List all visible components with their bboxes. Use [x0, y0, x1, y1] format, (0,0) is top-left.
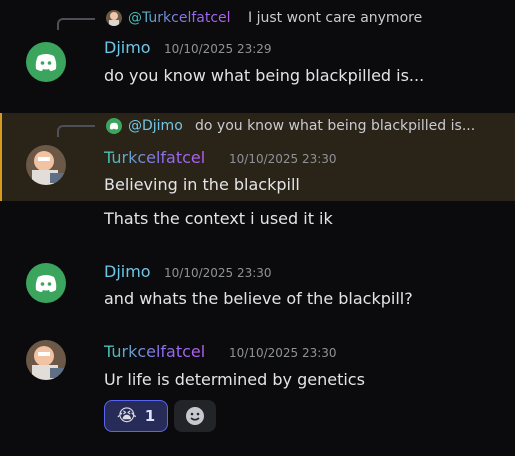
add-reaction-button[interactable]	[174, 400, 216, 432]
author-name[interactable]: Turkcelfatcel	[104, 148, 205, 167]
reply-spine	[57, 18, 95, 30]
reaction-count: 1	[144, 407, 156, 425]
timestamp: 10/10/2025 23:29	[164, 42, 272, 56]
discord-logo-icon	[35, 275, 57, 292]
message-text: Believing in the blackpill	[104, 175, 300, 194]
avatar-djimo[interactable]	[26, 42, 66, 82]
smiley-face-icon	[186, 407, 204, 425]
message-text: and whats the believe of the blackpill?	[104, 289, 413, 308]
author-name[interactable]: Djimo	[104, 38, 151, 57]
avatar-turkcelfatcel[interactable]	[26, 145, 66, 185]
mention-highlight-bar	[0, 113, 2, 201]
message-text: Thats the context i used it ik	[104, 209, 333, 228]
timestamp: 10/10/2025 23:30	[229, 152, 337, 166]
reply-text[interactable]: I just wont care anymore	[248, 10, 422, 26]
reaction-crying-face[interactable]: 😭 1	[104, 400, 168, 432]
reply-text[interactable]: do you know what being blackpilled is...	[195, 118, 475, 134]
reaction-emoji: 😭	[116, 406, 137, 426]
reply-avatar-turkcelfatcel[interactable]	[106, 10, 122, 26]
discord-logo-icon	[109, 122, 119, 130]
reply-avatar-djimo[interactable]	[106, 118, 122, 134]
avatar-turkcelfatcel[interactable]	[26, 340, 66, 380]
message-text: Ur life is determined by genetics	[104, 370, 365, 389]
reply-spine	[57, 125, 95, 137]
timestamp: 10/10/2025 23:30	[229, 346, 337, 360]
reply-author[interactable]: @Turkcelfatcel	[128, 10, 231, 26]
timestamp: 10/10/2025 23:30	[164, 266, 272, 280]
author-name[interactable]: Djimo	[104, 262, 151, 281]
message-text: do you know what being blackpilled is...	[104, 66, 425, 85]
discord-logo-icon	[35, 54, 57, 71]
reply-author[interactable]: @Djimo	[128, 118, 183, 134]
avatar-djimo[interactable]	[26, 263, 66, 303]
author-name[interactable]: Turkcelfatcel	[104, 342, 205, 361]
